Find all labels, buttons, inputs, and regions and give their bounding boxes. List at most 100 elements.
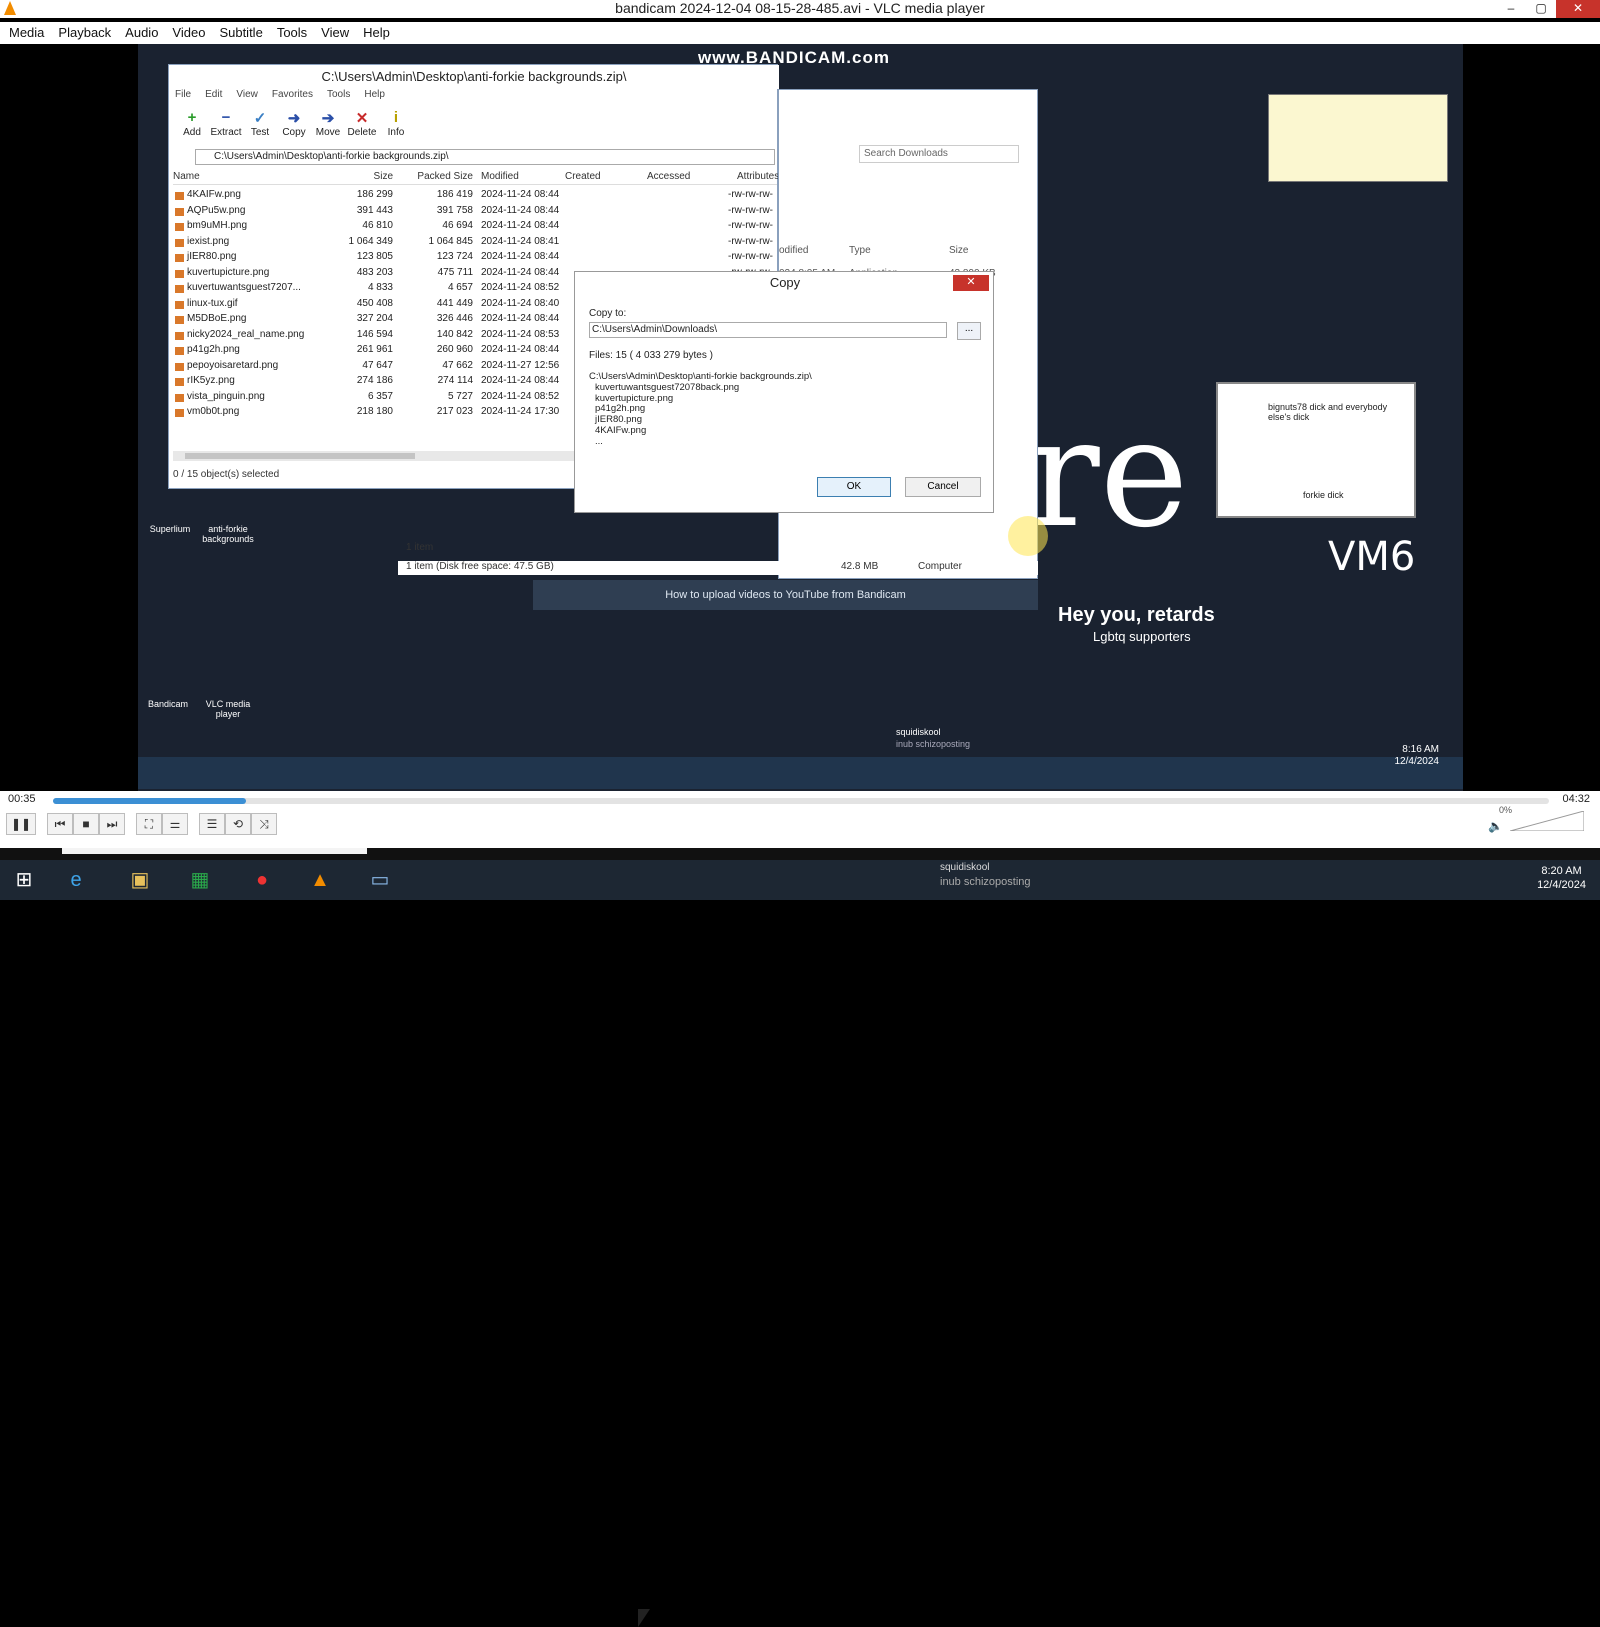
table-row[interactable]: AQPu5w.png 391 443 391 758 2024-11-24 08:44… [173,203,777,219]
col-created[interactable]: Created [565,171,647,184]
col-name[interactable]: Name [173,171,319,184]
test-button[interactable]: ✓ Test [243,109,277,145]
table-cell: 123 805 [356,251,393,263]
pause-button[interactable]: ❚❚ [6,813,36,835]
cancel-button[interactable]: Cancel [905,477,981,497]
copy-to-input[interactable]: C:\Users\Admin\Downloads\ [589,322,947,338]
info-button[interactable]: i Info [379,109,413,145]
table-cell: 2024-11-24 08:52 [481,282,560,294]
7zip-toolbar: + Add − Extract ✓ Test ➜ Copy ➔ Move ✕ Delete … [169,109,779,145]
table-cell: 2024-11-24 08:40 [481,297,560,309]
table-cell: 140 842 [436,328,473,340]
menu-tools[interactable]: Tools [270,22,314,44]
table-cell: 4 833 [367,282,393,294]
browse-button[interactable]: ... [957,322,981,340]
ok-button[interactable]: OK [817,477,891,497]
fullscreen-button[interactable]: ⛶ [136,813,162,835]
menu-view[interactable]: View [236,89,258,105]
table-row[interactable]: 4KAIFw.png 186 299 186 419 2024-11-24 08:44… [173,187,777,203]
copy-dialog-title: Copy [769,275,801,290]
menu-edit[interactable]: Edit [205,89,222,105]
table-cell: 2024-11-24 08:44 [481,375,560,387]
ie-icon[interactable]: e [56,864,96,896]
menu-view[interactable]: View [314,22,356,44]
copy-button[interactable]: ➜ Copy [277,109,311,145]
meme-subheading: Lgbtq supporters [1093,629,1191,644]
bandicam-icon[interactable]: ● [242,864,282,896]
previous-button[interactable]: ⏮ [47,813,73,835]
bandicam-notice[interactable]: How to upload videos to YouTube from Ban… [533,580,1038,610]
table-cell: p41g2h.png [173,344,319,356]
table-cell: 441 449 [436,297,473,309]
computer-label: Computer [918,561,962,572]
menu-help[interactable]: Help [364,89,385,105]
add-button[interactable]: + Add [175,109,209,145]
copy-dialog: Copy ✕ Copy to: C:\Users\Admin\Downloads… [574,271,994,513]
playlist-button[interactable]: ☰ [199,813,225,835]
table-cell: linux-tux.gif [173,298,319,309]
extract-button[interactable]: − Extract [209,109,243,145]
system-clock[interactable]: 8:20 AM 12/4/2024 [1537,864,1586,892]
copy-dialog-close-button[interactable]: ✕ [953,275,989,291]
table-cell: 475 711 [437,266,473,278]
recorded-clock: 8:16 AM 12/4/2024 [1394,744,1440,767]
drawn-text: re [1028,387,1189,561]
explorer-search-input[interactable]: Search Downloads [859,145,1019,163]
table-cell: 274 114 [437,375,473,387]
shuffle-button[interactable]: ⤨ [251,813,277,835]
menu-file[interactable]: File [175,89,191,105]
table-cell: 5 727 [447,390,473,402]
mouse-cursor [638,1609,650,1627]
menu-audio[interactable]: Audio [118,22,165,44]
loop-button[interactable]: ⟲ [225,813,251,835]
close-button[interactable]: ✕ [1556,0,1600,18]
explorer-icon[interactable]: ▣ [120,864,160,896]
desktop-icon-label: anti-forkie backgrounds [202,524,254,544]
menu-tools[interactable]: Tools [327,89,350,105]
desktop-icon-label: VLC media player [205,699,251,719]
vlc-icon[interactable]: ▲ [300,864,340,896]
table-cell: vista_pinguin.png [173,391,319,402]
col-modified[interactable]: Modified [473,171,565,184]
menu-media[interactable]: Media [2,22,51,44]
table-cell: 2024-11-24 08:44 [481,344,560,356]
menu-playback[interactable]: Playback [51,22,118,44]
table-cell: M5DBoE.png [173,313,319,325]
col-size[interactable]: Size [319,171,393,184]
next-button[interactable]: ⏭ [99,813,125,835]
table-cell: 47 647 [362,359,393,371]
table-row[interactable]: jIER80.png 123 805 123 724 2024-11-24 08:44… [173,249,777,265]
notification-status: inub schizoposting [896,739,971,749]
seek-bar[interactable] [53,798,1549,804]
start-icon[interactable]: ⊞ [4,864,44,896]
col-attributes[interactable]: Attributes [737,171,779,184]
table-cell: 1 064 845 [428,235,474,247]
table-row[interactable]: iexist.png 1 064 349 1 064 845 2024-11-24 0… [173,234,777,250]
col-packed[interactable]: Packed Size [393,171,473,184]
table-cell: AQPu5w.png [173,205,319,216]
video-area[interactable]: www.BANDICAM.com bignuts78 dick and ever… [0,44,1600,791]
minimize-button[interactable]: – [1496,0,1526,18]
col-accessed[interactable]: Accessed [647,171,737,184]
menu-subtitle[interactable]: Subtitle [212,22,269,44]
stop-button[interactable]: ■ [73,813,99,835]
extended-settings-button[interactable]: ⚌ [162,813,188,835]
7zip-column-headers: Name Size Packed Size Modified Created A… [173,171,779,185]
store-icon[interactable]: ▦ [180,864,220,896]
horizontal-scrollbar[interactable] [173,451,578,461]
delete-button[interactable]: ✕ Delete [345,109,379,145]
7zip-path-field[interactable]: C:\Users\Admin\Desktop\anti-forkie backg… [195,149,775,165]
add-icon: + [187,109,197,126]
menu-favorites[interactable]: Favorites [272,89,313,105]
speaker-icon[interactable]: 🔈 [1488,819,1503,833]
remote-icon[interactable]: ▭ [360,864,400,896]
menu-video[interactable]: Video [165,22,212,44]
table-cell: 391 443 [356,204,393,216]
menu-help[interactable]: Help [356,22,397,44]
maximize-button[interactable]: ▢ [1526,0,1556,18]
move-button[interactable]: ➔ Move [311,109,345,145]
scrollbar-thumb[interactable] [185,453,415,459]
table-row[interactable]: bm9uMH.png 46 810 46 694 2024-11-24 08:44 -r… [173,218,777,234]
recorded-taskbar [138,757,1463,789]
volume-slider[interactable] [1510,811,1584,831]
